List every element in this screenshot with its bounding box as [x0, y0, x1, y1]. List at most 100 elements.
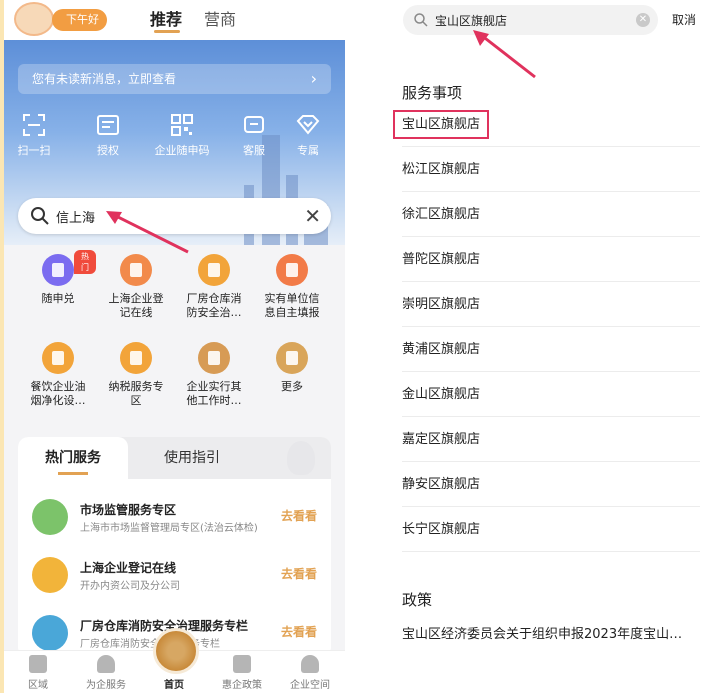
- result-item[interactable]: 徐汇区旗舰店: [402, 192, 700, 237]
- tab-usage-guide[interactable]: 使用指引: [142, 437, 242, 479]
- section-title-policy: 政策: [402, 591, 433, 609]
- avatar[interactable]: [14, 2, 54, 36]
- tab-business[interactable]: 营商: [204, 6, 236, 30]
- search-input[interactable]: 信上海: [56, 207, 95, 226]
- book-icon: [233, 655, 251, 673]
- grid-item-label: 随申兑: [41, 292, 75, 305]
- service-icon: [32, 557, 68, 593]
- search-icon: [414, 13, 428, 27]
- nav-policy[interactable]: 惠企政策: [208, 651, 276, 691]
- service-title: 上海企业登记在线: [80, 561, 177, 575]
- diamond-icon: [296, 115, 320, 135]
- go-see-button[interactable]: 去看看: [281, 565, 317, 582]
- result-label: 宝山区旗舰店: [393, 110, 490, 139]
- service-icon: [42, 342, 74, 374]
- result-item[interactable]: 崇明区旗舰店: [402, 282, 700, 327]
- go-see-button[interactable]: 去看看: [281, 507, 317, 524]
- map-icon: [29, 655, 47, 673]
- results-search-bar[interactable]: 宝山区旗舰店 ✕: [403, 5, 658, 35]
- service-icon: [120, 342, 152, 374]
- flame-icon: [287, 441, 315, 475]
- service-icon: [42, 254, 74, 286]
- service-icon: [32, 615, 68, 651]
- user-icon: [301, 655, 319, 673]
- result-label: 金山区旗舰店: [402, 387, 481, 402]
- grid-item[interactable]: 更多: [254, 342, 330, 394]
- grid-item-label: 纳税服务专 区: [108, 380, 164, 407]
- service-subtitle: 厂房仓库消防安全治理服务专栏: [80, 639, 220, 650]
- tab-recommend[interactable]: 推荐: [150, 6, 182, 30]
- home-screen: 下午好 推荐 营商 您有未读新消息，立即查看 › 扫一扫 授权 企业随申码 客服: [0, 0, 345, 693]
- nav-region[interactable]: 区域: [4, 651, 72, 691]
- quick-enterprise-code[interactable]: 企业随申码: [154, 112, 210, 158]
- tab-hot-services[interactable]: 热门服务: [18, 437, 128, 479]
- result-item[interactable]: 静安区旗舰店: [402, 462, 700, 507]
- result-label: 静安区旗舰店: [402, 477, 481, 492]
- grid-item-label: 企业实行其 他工作时…: [186, 380, 242, 407]
- cancel-button[interactable]: 取消: [672, 11, 696, 28]
- grid-item[interactable]: 企业实行其 他工作时…: [176, 342, 252, 408]
- service-icon: [276, 254, 308, 286]
- service-icon: [276, 342, 308, 374]
- service-icon: [198, 342, 230, 374]
- quick-scan[interactable]: 扫一扫: [6, 112, 62, 158]
- unread-notice-bar[interactable]: 您有未读新消息，立即查看 ›: [18, 64, 331, 94]
- scan-icon: [23, 114, 45, 136]
- tab-underline: [154, 30, 180, 33]
- search-icon: [31, 207, 49, 225]
- result-item[interactable]: 松江区旗舰店: [402, 147, 700, 192]
- service-icon: [198, 254, 230, 286]
- authorize-icon: [97, 115, 119, 135]
- service-icon: [120, 254, 152, 286]
- result-item[interactable]: 嘉定区旗舰店: [402, 417, 700, 462]
- result-label: 松江区旗舰店: [402, 162, 481, 177]
- quick-exclusive[interactable]: 专属: [280, 112, 336, 158]
- hot-badge: 热门: [74, 250, 96, 274]
- home-center-button[interactable]: [153, 628, 199, 674]
- grid-item[interactable]: 热门随申兑: [20, 250, 96, 306]
- person-icon: [97, 655, 115, 673]
- close-icon[interactable]: ✕: [304, 204, 321, 228]
- result-label: 普陀区旗舰店: [402, 252, 481, 267]
- banner: 您有未读新消息，立即查看 › 扫一扫 授权 企业随申码 客服 专属 信上海 ✕: [4, 40, 345, 245]
- grid-item-label: 更多: [281, 380, 303, 393]
- grid-item[interactable]: 餐饮企业油 烟净化设…: [20, 342, 96, 408]
- chevron-right-icon: ›: [310, 69, 317, 88]
- grid-item-label: 餐饮企业油 烟净化设…: [30, 380, 86, 407]
- grid-item[interactable]: 厂房仓库消 防安全治…: [176, 254, 252, 320]
- nav-enterprise-service[interactable]: 为企服务: [72, 651, 140, 691]
- hot-services-card: 热门服务 使用指引 市场监管服务专区 上海市市场监督管理局专区(法治云体检) 去看看…: [18, 437, 331, 657]
- nav-enterprise-space[interactable]: 企业空间: [276, 651, 344, 691]
- service-title: 市场监管服务专区: [80, 503, 177, 517]
- result-item[interactable]: 黄浦区旗舰店: [402, 327, 700, 372]
- service-row[interactable]: 上海企业登记在线 开办内资公司及分公司 去看看: [18, 547, 331, 603]
- result-item[interactable]: 宝山区旗舰店: [393, 102, 700, 147]
- service-row[interactable]: 市场监管服务专区 上海市市场监督管理局专区(法治云体检) 去看看: [18, 489, 331, 545]
- result-label: 嘉定区旗舰店: [402, 432, 481, 447]
- result-item[interactable]: 长宁区旗舰店: [402, 507, 700, 552]
- result-label: 崇明区旗舰店: [402, 297, 481, 312]
- greeting-badge: 下午好: [52, 9, 107, 31]
- go-see-button[interactable]: 去看看: [281, 623, 317, 640]
- grid-item-label: 厂房仓库消 防安全治…: [186, 292, 242, 319]
- service-icon: [32, 499, 68, 535]
- search-input[interactable]: 宝山区旗舰店: [435, 12, 507, 29]
- search-bar[interactable]: 信上海 ✕: [18, 198, 331, 234]
- search-results-screen: 宝山区旗舰店 ✕ 取消 服务事项 宝山区旗舰店松江区旗舰店徐汇区旗舰店普陀区旗舰…: [385, 0, 717, 693]
- grid-item[interactable]: 实有单位信 息自主填报: [254, 254, 330, 320]
- service-subtitle: 开办内资公司及分公司: [80, 581, 180, 592]
- result-item[interactable]: 普陀区旗舰店: [402, 237, 700, 282]
- top-bar: 下午好 推荐 营商: [4, 0, 345, 40]
- customer-service-icon: [244, 116, 264, 133]
- result-label: 长宁区旗舰店: [402, 522, 481, 537]
- grid-item[interactable]: 纳税服务专 区: [98, 342, 174, 408]
- policy-item[interactable]: 宝山区经济委员会关于组织申报2023年度宝山…: [402, 623, 702, 642]
- notice-text: 您有未读新消息，立即查看: [32, 72, 177, 86]
- clear-icon[interactable]: ✕: [636, 13, 650, 27]
- grid-item-label: 上海企业登 记在线: [108, 292, 164, 319]
- section-title-services: 服务事项: [402, 84, 463, 102]
- grid-item[interactable]: 上海企业登 记在线: [98, 254, 174, 320]
- quick-authorize[interactable]: 授权: [80, 112, 136, 158]
- result-item[interactable]: 金山区旗舰店: [402, 372, 700, 417]
- quick-customer-service[interactable]: 客服: [226, 112, 282, 158]
